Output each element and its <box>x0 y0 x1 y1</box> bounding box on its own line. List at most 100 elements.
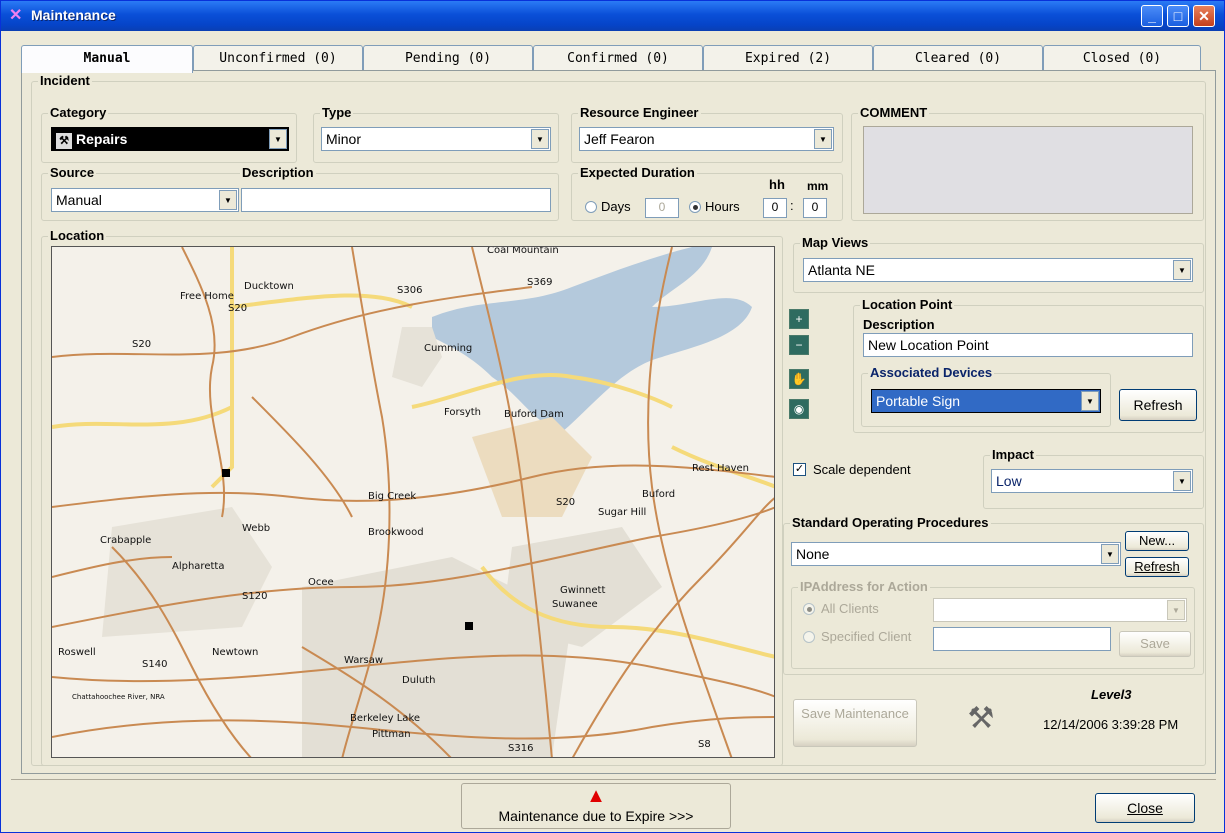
mm-input[interactable]: 0 <box>803 198 827 218</box>
minimize-button[interactable]: _ <box>1141 5 1163 27</box>
tab-manual[interactable]: Manual <box>21 45 193 73</box>
tab-cleared[interactable]: Cleared (0) <box>873 45 1043 71</box>
ip-address-label: IPAddress for Action <box>798 579 930 594</box>
map-views-value: Atlanta NE <box>808 262 875 278</box>
tab-confirmed[interactable]: Confirmed (0) <box>533 45 703 71</box>
days-radio[interactable] <box>585 201 597 213</box>
lp-description-input[interactable]: New Location Point <box>863 333 1193 357</box>
map-views-dropdown-arrow[interactable]: ▼ <box>1173 260 1191 280</box>
map-label: S20 <box>228 303 247 314</box>
source-select[interactable]: Manual ▼ <box>51 188 239 212</box>
map-label: S306 <box>397 285 422 296</box>
associated-devices-label: Associated Devices <box>868 365 995 380</box>
hours-label: Hours <box>705 199 740 214</box>
sop-refresh-button[interactable]: Refresh <box>1125 557 1189 577</box>
map-label: Big Creek <box>368 491 416 502</box>
all-clients-dropdown-arrow[interactable]: ▼ <box>1167 600 1185 620</box>
type-dropdown-arrow[interactable]: ▼ <box>531 129 549 149</box>
timestamp: 12/14/2006 3:39:28 PM <box>1043 717 1179 732</box>
map-label: Pittman <box>372 729 411 740</box>
resource-engineer-value: Jeff Fearon <box>584 131 655 147</box>
resource-engineer-label: Resource Engineer <box>578 105 701 120</box>
close-window-button[interactable]: ✕ <box>1193 5 1215 27</box>
map-label: Gwinnett <box>560 585 605 596</box>
map-label: Chattahoochee River, NRA <box>72 693 165 701</box>
map-label: Coal Mountain <box>487 247 559 256</box>
maximize-button[interactable]: □ <box>1167 5 1189 27</box>
category-value: ⚒ Repairs <box>56 131 127 149</box>
map-label: Ducktown <box>244 281 294 292</box>
specified-client-input[interactable] <box>933 627 1111 651</box>
sop-select[interactable]: None ▼ <box>791 542 1121 566</box>
map-label: Suwanee <box>552 599 598 610</box>
description-label: Description <box>240 165 316 180</box>
map-label: Duluth <box>402 675 435 686</box>
zoom-in-icon[interactable]: + <box>789 309 809 329</box>
hh-label: hh <box>769 177 785 192</box>
impact-label: Impact <box>990 447 1036 462</box>
scale-dependent-checkbox[interactable]: ✓ <box>793 463 806 476</box>
specified-client-radio[interactable] <box>803 631 815 643</box>
tab-pending[interactable]: Pending (0) <box>363 45 533 71</box>
tab-expired[interactable]: Expired (2) <box>703 45 873 71</box>
sop-new-button[interactable]: New... <box>1125 531 1189 551</box>
incident-marker-2[interactable] <box>465 622 473 630</box>
incident-label: Incident <box>38 73 92 88</box>
tab-closed[interactable]: Closed (0) <box>1043 45 1201 71</box>
comment-textarea[interactable] <box>863 126 1193 214</box>
wrench-icon: ⚒ <box>967 702 995 735</box>
window-title: Maintenance <box>31 7 116 23</box>
title-bar[interactable]: ✕ Maintenance _ □ ✕ <box>1 1 1224 31</box>
resource-engineer-select[interactable]: Jeff Fearon ▼ <box>579 127 834 151</box>
time-separator: : <box>790 198 794 213</box>
map-label: S20 <box>556 497 575 508</box>
maintenance-due-button[interactable]: ▲ Maintenance due to Expire >>> <box>461 783 731 829</box>
all-clients-radio[interactable] <box>803 603 815 615</box>
comment-label: COMMENT <box>858 105 930 120</box>
resource-engineer-dropdown-arrow[interactable]: ▼ <box>814 129 832 149</box>
associated-devices-dropdown-arrow[interactable]: ▼ <box>1081 391 1099 411</box>
map-label: S20 <box>132 339 151 350</box>
sop-dropdown-arrow[interactable]: ▼ <box>1101 544 1119 564</box>
map-label: S369 <box>527 277 552 288</box>
hours-radio[interactable] <box>689 201 701 213</box>
category-select[interactable]: ⚒ Repairs ▼ <box>51 127 289 151</box>
lp-description-label: Description <box>863 317 935 332</box>
maintenance-window: ✕ Maintenance _ □ ✕ Manual Unconfirmed (… <box>0 0 1225 833</box>
close-button[interactable]: Close <box>1095 793 1195 823</box>
ip-save-button[interactable]: Save <box>1119 631 1191 657</box>
all-clients-label: All Clients <box>821 601 879 616</box>
save-maintenance-button[interactable]: Save Maintenance <box>793 699 917 747</box>
category-dropdown-arrow[interactable]: ▼ <box>269 129 287 149</box>
description-input[interactable] <box>241 188 551 212</box>
location-map[interactable]: Coal Mountain Free Home Ducktown S20 S30… <box>51 246 775 758</box>
map-label: Brookwood <box>368 527 424 538</box>
map-views-select[interactable]: Atlanta NE ▼ <box>803 258 1193 282</box>
sop-value: None <box>796 546 830 562</box>
tab-unconfirmed[interactable]: Unconfirmed (0) <box>193 45 363 71</box>
full-extent-globe-icon[interactable]: ◉ <box>789 399 809 419</box>
tab-strip: Manual Unconfirmed (0) Pending (0) Confi… <box>21 45 1201 73</box>
map-label: Alpharetta <box>172 561 224 572</box>
type-label: Type <box>320 105 354 120</box>
pan-hand-icon[interactable]: ✋ <box>789 369 809 389</box>
associated-devices-select[interactable]: Portable Sign ▼ <box>871 389 1101 413</box>
zoom-out-icon[interactable]: − <box>789 335 809 355</box>
hh-input[interactable]: 0 <box>763 198 787 218</box>
refresh-devices-button[interactable]: Refresh <box>1119 389 1197 421</box>
impact-dropdown-arrow[interactable]: ▼ <box>1173 471 1191 491</box>
map-label: Buford <box>642 489 675 500</box>
map-label: Warsaw <box>344 655 383 666</box>
expected-duration-label: Expected Duration <box>578 165 697 180</box>
incident-marker-1[interactable] <box>222 469 230 477</box>
map-canvas[interactable]: Coal Mountain Free Home Ducktown S20 S30… <box>52 247 775 758</box>
days-input[interactable]: 0 <box>645 198 679 218</box>
impact-select[interactable]: Low ▼ <box>991 469 1193 493</box>
source-dropdown-arrow[interactable]: ▼ <box>219 190 237 210</box>
map-label: Buford Dam <box>504 409 564 420</box>
all-clients-select[interactable]: ▼ <box>933 598 1187 622</box>
wrench-icon: ⚒ <box>56 133 72 149</box>
map-label: S120 <box>242 591 267 602</box>
map-label: Rest Haven <box>692 463 749 474</box>
type-select[interactable]: Minor ▼ <box>321 127 551 151</box>
